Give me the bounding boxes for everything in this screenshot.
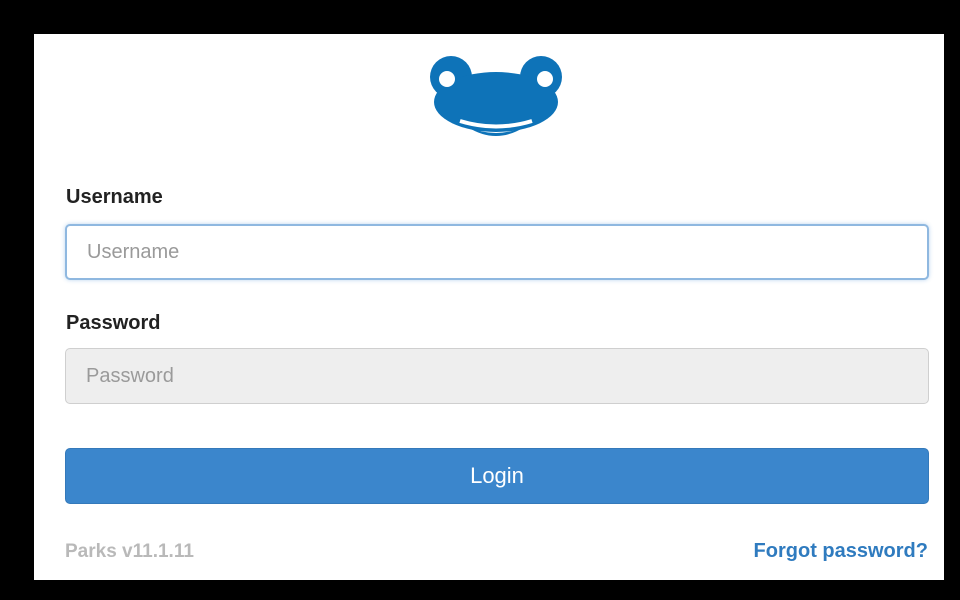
username-input[interactable] bbox=[65, 224, 929, 280]
username-label: Username bbox=[66, 186, 163, 208]
password-label: Password bbox=[66, 312, 161, 334]
password-input[interactable] bbox=[65, 348, 929, 404]
version-text: Parks v11.1.11 bbox=[65, 541, 194, 562]
frog-logo-icon bbox=[430, 54, 562, 140]
login-panel: Username Password Login Parks v11.1.11 F… bbox=[34, 34, 944, 580]
forgot-password-link[interactable]: Forgot password? bbox=[754, 540, 928, 563]
login-button[interactable]: Login bbox=[65, 448, 929, 504]
